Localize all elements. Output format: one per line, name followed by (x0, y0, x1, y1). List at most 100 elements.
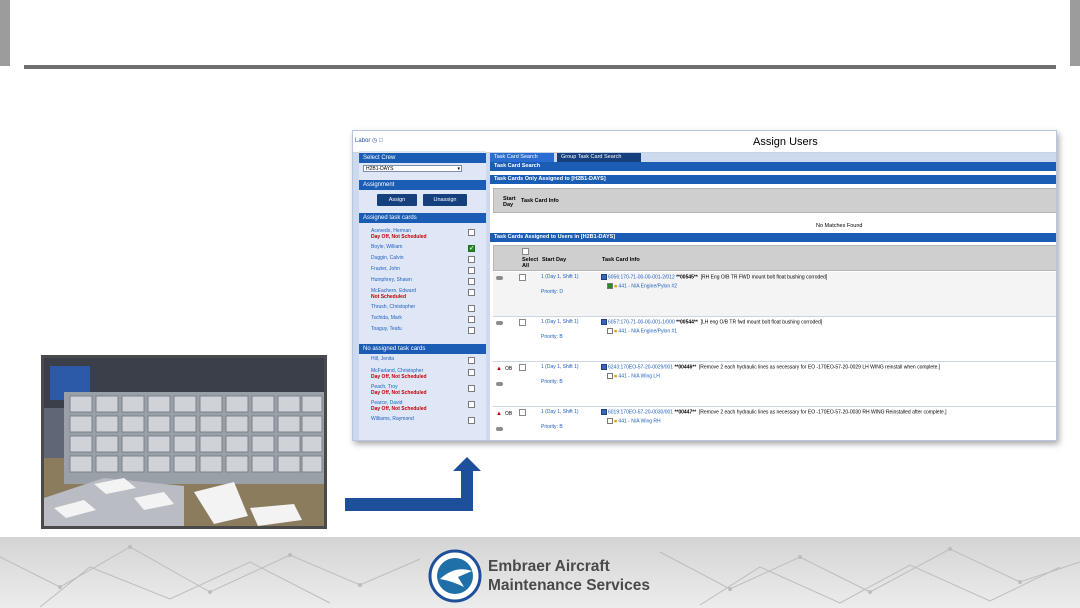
member-name-text: Boyle, William (371, 244, 403, 250)
priority-text: Priority: B (541, 379, 563, 385)
crew-select[interactable]: H2B1-DAYS ▾ (363, 165, 462, 172)
crew-member-name[interactable]: Williams, Raymond (371, 416, 414, 422)
zone-link[interactable]: 441 - N/A Wing RH (618, 418, 660, 424)
member-checkbox[interactable] (468, 369, 475, 376)
crew-member-name[interactable]: Hill, Jenita (371, 356, 394, 362)
member-checkbox[interactable] (468, 385, 475, 392)
crew-member-name[interactable]: Thrush, Christopher (371, 304, 415, 310)
assign-button[interactable]: Assign (377, 194, 417, 206)
expand-icon[interactable] (496, 382, 503, 386)
clock-icon[interactable]: ◷ (372, 138, 377, 144)
member-checkbox[interactable] (468, 289, 475, 296)
crew-member-name[interactable]: McFarland, Christopher Day Off, Not Sched… (371, 368, 427, 380)
table-row: ▲ OB 1 (Day 1, Shift 1) Priority: B 6243:170… (493, 362, 1056, 407)
member-checkbox[interactable] (468, 316, 475, 323)
header-rule (24, 65, 1056, 69)
start-day-link[interactable]: 1 (Day 1, Shift 1) (541, 274, 579, 280)
task-card-code[interactable]: 6057:170-71-00-00-001-1/000 (608, 319, 675, 325)
arrow-connector (345, 498, 473, 511)
crew-member-name[interactable]: McEachern, Edward Not Scheduled (371, 288, 416, 300)
member-name-text: Duggin, Calvin (371, 255, 404, 261)
zone-checkbox[interactable] (607, 328, 613, 334)
member-name-text: Hill, Jenita (371, 356, 395, 362)
folder-icon: ■ (614, 328, 618, 335)
left-panel: Select Crew H2B1-DAYS ▾ Assignment Assign… (359, 151, 486, 440)
member-checkbox[interactable] (468, 417, 475, 424)
member-checkbox[interactable] (468, 357, 475, 364)
crew-member-name[interactable]: Toaguy, Teafu (371, 326, 402, 332)
folder-icon: ■ (614, 418, 618, 425)
crew-member-name[interactable]: Peach, Troy Day Off, Not Scheduled (371, 384, 427, 396)
table1-header: Start Day Task Card Info (493, 188, 1056, 213)
task-card-search-bar[interactable]: Task Card Search (490, 162, 1056, 171)
start-day-link[interactable]: 1 (Day 1, Shift 1) (541, 364, 579, 370)
crew-member-name[interactable]: Pearce, David Day Off, Not Scheduled (371, 400, 427, 412)
crew-select-value: H2B1-DAYS (366, 166, 394, 172)
labor-toolbar[interactable]: Labor ◷ □ (355, 137, 383, 144)
col-select-all: Select All (522, 257, 539, 269)
zone-checkbox[interactable] (607, 373, 613, 379)
start-day-link[interactable]: 1 (Day 1, Shift 1) (541, 409, 579, 415)
zone-info: ■ 441 - N/A Wing RH (607, 418, 661, 424)
member-checkbox[interactable] (468, 229, 475, 236)
task-card-info: 6243:170EO-57-20-0029/001 **00446** [Rem… (601, 364, 940, 370)
labor-label[interactable]: Labor (355, 138, 370, 144)
member-checkbox[interactable] (468, 278, 475, 285)
crew-member-name[interactable]: Frazier, John (371, 266, 400, 272)
col-start-day: Start Day (542, 257, 567, 263)
task-card-code[interactable]: 6056:170-71-00-00-001-2/012 (608, 274, 675, 280)
member-checkbox[interactable] (468, 327, 475, 334)
unassign-button[interactable]: Unassign (423, 194, 467, 206)
only-assigned-bar[interactable]: Task Cards Only Assigned to [H2B1-DAYS] (490, 175, 1056, 184)
crew-member-name[interactable]: Tschida, Mark (371, 315, 402, 321)
assigned-users-bar[interactable]: Task Cards Assigned to Users in [H2B1-DA… (490, 233, 1056, 242)
chevron-down-icon: ▾ (457, 166, 460, 172)
zone-link[interactable]: 441 - N/A Engine/Pylon #2 (618, 283, 677, 289)
zone-link[interactable]: 441 - N/A Wing LH (618, 373, 659, 379)
row-checkbox[interactable] (519, 409, 526, 416)
crew-member-name[interactable]: Boyle, William (371, 244, 402, 250)
col-task-card-info: Task Card Info (521, 198, 559, 204)
zone-checkbox[interactable] (607, 418, 613, 424)
row-checkbox[interactable] (519, 274, 526, 281)
task-card-code[interactable]: 6019:170EO-57-20-0030/001 (608, 409, 673, 415)
member-checkbox[interactable] (468, 401, 475, 408)
expand-square-icon[interactable] (601, 274, 607, 280)
priority-text: Priority: B (541, 334, 563, 340)
member-checkbox[interactable] (468, 267, 475, 274)
member-name-text: Toaguy, Teafu (371, 326, 402, 332)
assigned-header: Assigned task cards (359, 213, 486, 223)
member-name-text: Frazier, John (371, 266, 400, 272)
zone-info: ■ 441 - N/A Engine/Pylon #2 (607, 283, 677, 289)
member-checkbox[interactable] (468, 256, 475, 263)
embraer-logo-icon (428, 549, 482, 603)
select-all-checkbox[interactable] (522, 248, 529, 255)
zone-checkbox[interactable] (607, 283, 613, 289)
task-card-info: 6056:170-71-00-00-001-2/012 **00545** [R… (601, 274, 827, 280)
table-row: 1 (Day 1, Shift 1) Priority: B 6057:170-71… (493, 317, 1056, 362)
task-card-code[interactable]: 6243:170EO-57-20-0029/001 (608, 364, 673, 370)
row-checkbox[interactable] (519, 319, 526, 326)
tab-task-card-search[interactable]: Task Card Search (490, 153, 554, 162)
window-title: Assign Users (753, 136, 818, 148)
zone-link[interactable]: 441 - N/A Engine/Pylon #1 (618, 328, 677, 334)
member-checkbox[interactable] (468, 305, 475, 312)
expand-square-icon[interactable] (601, 364, 607, 370)
start-day-link[interactable]: 1 (Day 1, Shift 1) (541, 319, 579, 325)
expand-icon[interactable] (496, 427, 503, 431)
member-checkbox[interactable] (468, 244, 475, 252)
expand-square-icon[interactable] (601, 319, 607, 325)
crew-member-name[interactable]: Humphrey, Shawn (371, 277, 412, 283)
window-icon[interactable]: □ (379, 138, 383, 144)
arrow-shaft (461, 470, 473, 511)
row-checkbox[interactable] (519, 364, 526, 371)
expand-icon[interactable] (496, 276, 503, 280)
expand-icon[interactable] (496, 321, 503, 325)
tab-group-task-card-search[interactable]: Group Task Card Search (557, 153, 641, 162)
task-card-desc: [Remove 2 each hydraulic lines as necess… (698, 364, 941, 371)
crew-member-name[interactable]: Acevedo, Herman Day Off, Not Scheduled (371, 228, 427, 240)
warning-icon: ▲ (496, 411, 502, 417)
expand-square-icon[interactable] (601, 409, 607, 415)
crew-member-name[interactable]: Duggin, Calvin (371, 255, 404, 261)
col-task-card-info: Task Card Info (602, 257, 640, 263)
